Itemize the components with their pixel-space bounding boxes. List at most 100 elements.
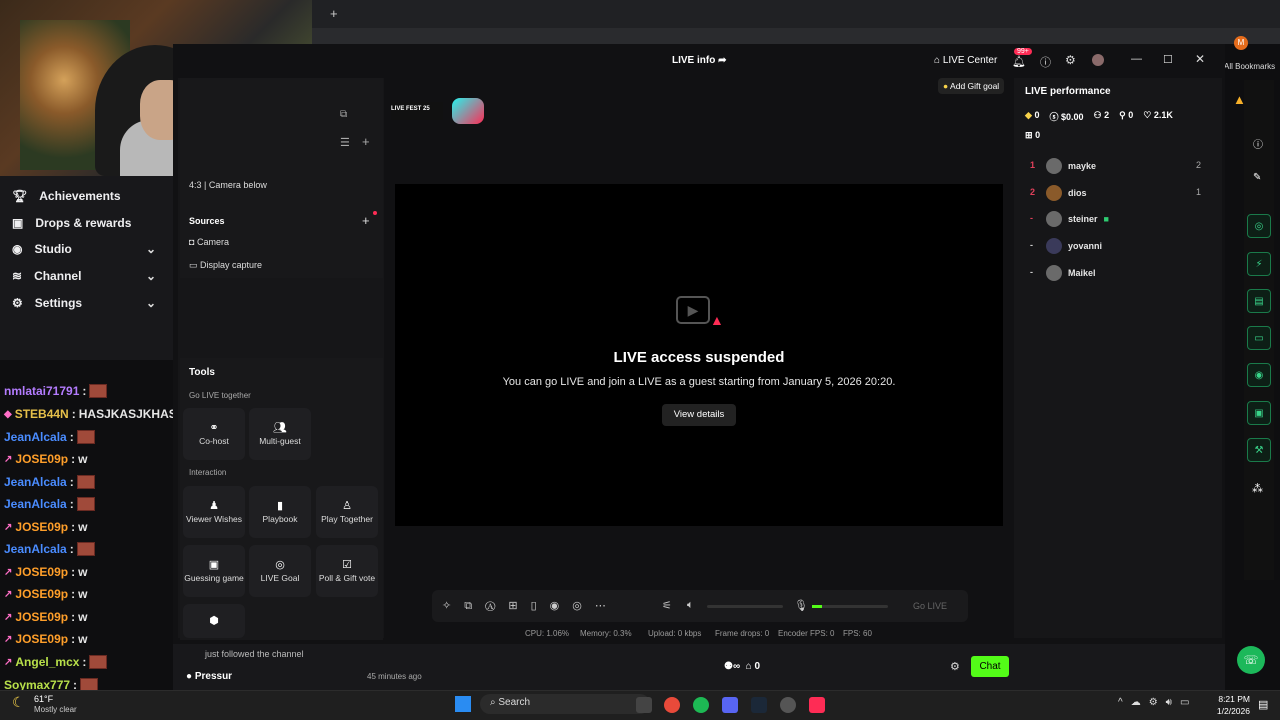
close-icon[interactable]: ✕ [1195, 52, 1205, 66]
mic-level-fill [812, 605, 822, 608]
sword-icon: ↗ [4, 566, 13, 578]
chat-settings-icon[interactable]: ⚙ [950, 660, 960, 673]
windows-start-icon[interactable] [455, 696, 471, 712]
view-details-button[interactable]: View details [662, 404, 736, 426]
chat-text: w [78, 632, 88, 646]
live-goal-button[interactable]: ◎ LIVE Goal [249, 545, 311, 597]
chat-username: JOSE09p [15, 565, 69, 579]
rail-button-doc-icon[interactable]: ▤ [1247, 289, 1271, 313]
target-icon: ◎ [275, 558, 285, 571]
notification-center-icon[interactable]: ▤ [1258, 698, 1268, 711]
list-icon[interactable]: ☰ [340, 136, 350, 149]
volume-slider[interactable] [707, 605, 783, 608]
nav-studio[interactable]: ◉ Studio ⌄ [12, 242, 156, 256]
playbook-button[interactable]: ▮ Playbook [249, 486, 311, 538]
rail-button-target-icon[interactable]: ◎ [1247, 214, 1271, 238]
info-icon[interactable]: ⓘ [1253, 136, 1263, 151]
mic-level-slider[interactable] [812, 605, 888, 608]
upload-stat: Upload: 0 kbps [648, 629, 702, 638]
add-source-icon[interactable]: + [362, 213, 370, 228]
share-nodes-icon[interactable]: ⁂ [1252, 482, 1263, 495]
bookmarks-label[interactable]: All Bookmarks [1224, 62, 1275, 71]
chat-text: w [78, 565, 88, 579]
cohost-button[interactable]: ⚭ Co-host [183, 408, 245, 460]
system-tray-icons[interactable]: ^☁⚙🔊︎▭ [1118, 697, 1197, 708]
chevron-down-icon: ⌄ [146, 242, 157, 256]
viewer-row[interactable]: mayke [1046, 158, 1096, 174]
source-display[interactable]: ▭ Display capture [189, 260, 262, 271]
new-tab-button[interactable]: + [330, 6, 338, 21]
chat-message: ↗ JOSE09p: w [4, 452, 88, 466]
obs-icon[interactable] [780, 697, 796, 713]
weather-icon[interactable]: ☾ [12, 694, 25, 711]
task-view-icon[interactable] [636, 697, 652, 713]
profile-avatar[interactable]: M [1234, 36, 1248, 50]
add-gift-goal-button[interactable]: ● Add Gift goal [938, 78, 1005, 94]
emote-icon [89, 384, 108, 398]
viewer-name: yovanni [1068, 241, 1103, 251]
guessing-game-button[interactable]: ▣ Guessing game [183, 545, 245, 597]
viewer-row[interactable]: yovanni [1046, 238, 1102, 254]
store-icon: ⌂ [745, 661, 752, 672]
users-icon: 👥︎ [273, 421, 287, 434]
multi-guest-button[interactable]: 👥︎ Multi-guest [249, 408, 311, 460]
rail-button-save-icon[interactable]: ▣ [1247, 401, 1271, 425]
chat-username: nmlatai71791 [4, 384, 80, 398]
source-camera[interactable]: ◘ Camera [189, 237, 229, 247]
viewer-wishes-button[interactable]: ♟ Viewer Wishes [183, 486, 245, 538]
viewer-name: steiner [1068, 214, 1098, 224]
monitor-icon: ▭ [189, 260, 198, 270]
nav-settings[interactable]: ⚙ Settings ⌄ [12, 296, 156, 310]
performance-stats: ◆ 0 ⓢ $0.00 ⚇ 2 ⚲ 0 ♡ 2.1K [1025, 110, 1173, 123]
support-icon[interactable]: ☏ [1237, 646, 1265, 674]
extension-logo-icon[interactable]: ▲ [1233, 92, 1253, 108]
minimize-icon[interactable]: — [1131, 53, 1142, 65]
viewer-row[interactable]: steiner ■ [1046, 211, 1109, 227]
user-avatar[interactable] [1092, 54, 1104, 66]
edit-icon[interactable]: ✎ [1253, 172, 1261, 183]
speaker-icon[interactable]: 🔈︎ [687, 599, 694, 612]
viewer-row[interactable]: dios [1046, 185, 1087, 201]
control-icons[interactable]: ✧⧉Ⓐ⊞▯◉◎⋯ [442, 599, 619, 613]
gear-icon: ⚙ [12, 296, 23, 310]
avatar [1046, 211, 1062, 227]
go-live-button[interactable]: Go LIVE [900, 597, 960, 615]
poll-gift-vote-button[interactable]: ☑ Poll & Gift vote [316, 545, 378, 597]
taskbar-search[interactable]: ⌕ Search [480, 694, 650, 714]
chat-button[interactable]: Chat [971, 656, 1009, 677]
live-center-button[interactable]: ⌂ LIVE Center [934, 55, 997, 66]
play-together-button[interactable]: ♙ Play Together [316, 486, 378, 538]
nav-achievements[interactable]: 🏆︎ Achievements [12, 189, 121, 203]
microphone-icon[interactable]: 🎙︎ [794, 599, 808, 612]
bell-icon[interactable]: 🔔︎ [1012, 55, 1026, 68]
spotify-icon[interactable] [693, 697, 709, 713]
chevron-down-icon: ⌄ [146, 269, 157, 283]
help-icon[interactable]: ⓘ [1040, 54, 1051, 70]
diamond-icon: ◆ [1025, 110, 1032, 120]
steam-icon[interactable] [751, 697, 767, 713]
nav-drops-rewards[interactable]: ▣ Drops & rewards [12, 216, 131, 230]
rail-button-flash-icon[interactable]: ⚡︎ [1247, 252, 1271, 276]
sword-icon: ↗ [4, 633, 13, 645]
copy-icon[interactable]: ⧉ [340, 109, 347, 120]
mixer-icon[interactable]: ⚟ [662, 599, 672, 612]
gift-tool-button[interactable]: ⬢ [183, 604, 245, 638]
layout-label[interactable]: 4:3 | Camera below [189, 180, 267, 190]
rail-button-broadcast-icon[interactable]: ◉ [1247, 363, 1271, 387]
nav-channel[interactable]: ≋ Channel ⌄ [12, 269, 156, 283]
add-scene-icon[interactable]: + [362, 134, 370, 149]
maximize-icon[interactable]: ☐ [1163, 53, 1173, 66]
play-together-icon: ♙ [342, 499, 352, 512]
rail-button-wrench-icon[interactable]: ⚒ [1247, 438, 1271, 462]
chrome-icon[interactable] [664, 697, 680, 713]
likes-stat: ♡ 2.1K [1143, 110, 1173, 120]
clock-date[interactable]: 1/2/2026 [1208, 706, 1250, 716]
tiktok-live-icon[interactable] [809, 697, 825, 713]
rail-button-chat-icon[interactable]: ▭ [1247, 326, 1271, 350]
tools-title: Tools [189, 367, 215, 378]
settings-gear-icon[interactable]: ⚙ [1065, 53, 1076, 67]
viewer-row[interactable]: Maikel [1046, 265, 1096, 281]
discord-icon[interactable] [722, 697, 738, 713]
clock-time[interactable]: 8:21 PM [1212, 694, 1250, 704]
interaction-label: Interaction [189, 468, 227, 477]
